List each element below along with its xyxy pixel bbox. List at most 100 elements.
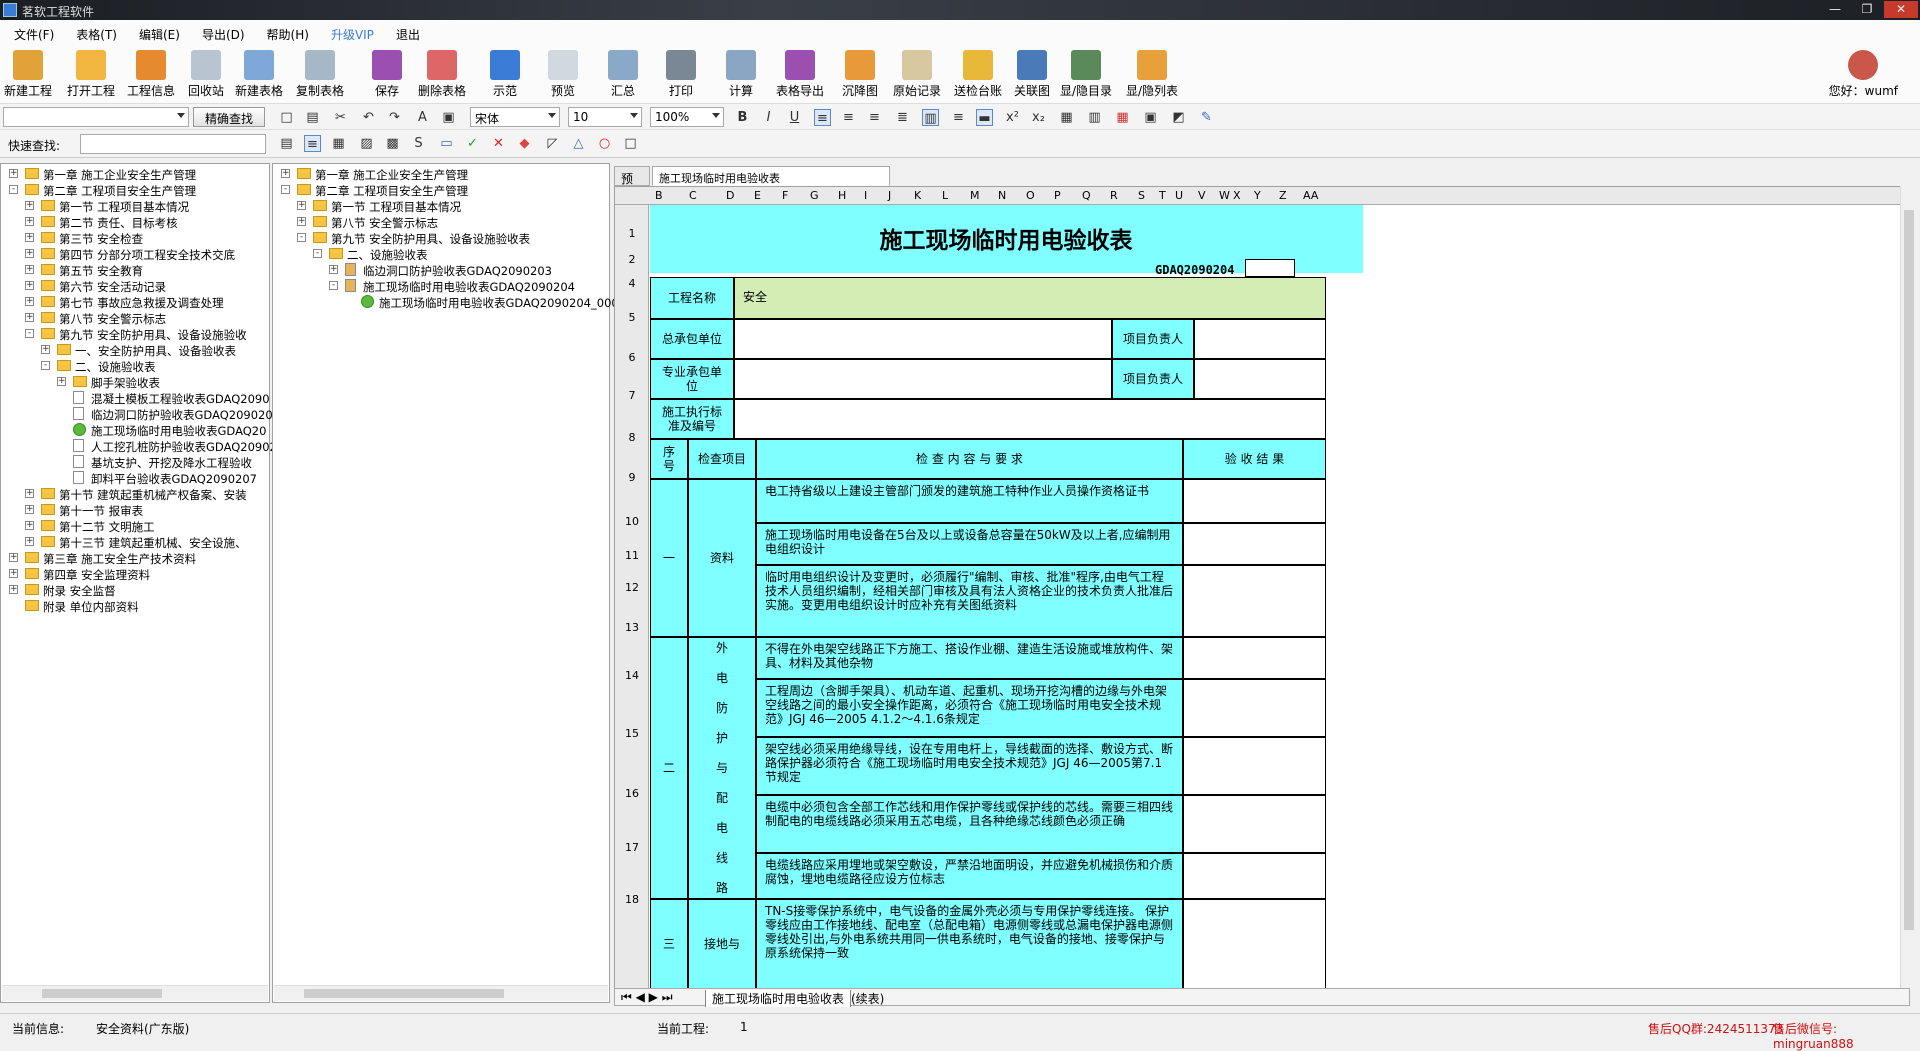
toolbar-button-inspection-ledger[interactable]: 送检台账 — [954, 50, 1002, 99]
image-icon[interactable]: ▣ — [440, 109, 457, 126]
tree-item[interactable]: 基坑支护、开挖及降水工程验收 — [1, 454, 269, 470]
search-scope-select[interactable] — [3, 107, 189, 127]
toolbar-button-raw-record[interactable]: 原始记录 — [893, 50, 941, 99]
underline-button[interactable]: U — [786, 109, 803, 126]
row-label[interactable]: 1 — [615, 227, 649, 240]
content-row-14[interactable]: 工程周边（含脚手架具）、机动车道、起重机、现场开挖沟槽的边缘与外电架空线路之间的… — [756, 679, 1183, 737]
checklist-icon[interactable]: ▤ — [278, 135, 295, 152]
project-manager-label-2[interactable]: 项目负责人 — [1112, 359, 1194, 399]
expand-icon[interactable]: + — [297, 201, 306, 210]
column-label[interactable]: C — [689, 189, 697, 202]
header-item[interactable]: 检查项目 — [688, 439, 756, 479]
expand-icon[interactable]: + — [57, 377, 66, 386]
italic-button[interactable]: I — [760, 109, 777, 126]
align-left-icon[interactable]: ≡ — [814, 109, 831, 126]
column-label[interactable]: E — [754, 189, 761, 202]
column-label[interactable]: V — [1198, 189, 1206, 202]
row-label[interactable]: 9 — [615, 471, 649, 484]
check-mark-icon[interactable]: ✓ — [464, 135, 481, 152]
content-row-18[interactable]: TN-S接零保护系统中，电气设备的金属外壳必须与专用保护零线连接。 保护零线应由… — [756, 899, 1183, 989]
expand-icon[interactable]: + — [9, 569, 18, 578]
toolbar-button-copy-table[interactable]: 复制表格 — [296, 50, 344, 99]
tree-item[interactable]: 临边洞口防护验收表GDAQ209020 — [1, 406, 273, 422]
specialty-contractor-input[interactable] — [734, 359, 1112, 399]
insert-column-icon[interactable]: ▥ — [1086, 109, 1103, 126]
expand-icon[interactable]: + — [25, 201, 34, 210]
result-row-10[interactable] — [1183, 523, 1326, 565]
cut-icon[interactable]: ✂ — [332, 109, 349, 126]
column-label[interactable]: M — [970, 189, 980, 202]
expand-icon[interactable]: + — [25, 489, 34, 498]
header-content[interactable]: 检 查 内 容 与 要 求 — [756, 439, 1183, 479]
result-row-13[interactable] — [1183, 637, 1326, 679]
signature-icon[interactable]: S — [410, 135, 427, 152]
tree-item[interactable]: - 第二章 工程项目安全生产管理 — [1, 182, 269, 198]
quick-search-input[interactable] — [80, 134, 266, 154]
collapse-icon[interactable]: - — [41, 361, 50, 370]
tree-item[interactable]: + 第二节 责任、目标考核 — [1, 214, 269, 230]
tree-item[interactable]: + 第三章 施工安全生产技术资料 — [1, 550, 269, 566]
fill-color-icon[interactable]: ◩ — [1170, 109, 1187, 126]
tree-item[interactable]: + 脚手架验收表 — [1, 374, 269, 390]
column-label[interactable]: X — [1233, 189, 1241, 202]
tree-item[interactable]: 施工现场临时用电验收表GDAQ2090204_0001 — [273, 294, 626, 310]
tree-item[interactable]: 附录 单位内部资料 — [1, 598, 269, 614]
content-row-16[interactable]: 电缆中必须包含全部工作芯线和用作保护零线或保护线的芯线。需要三相四线制配电的电缆… — [756, 795, 1183, 853]
expand-icon[interactable]: + — [25, 313, 34, 322]
row-label[interactable]: 18 — [615, 893, 649, 906]
toolbar-button-open-folder[interactable]: 打开工程 — [67, 50, 115, 99]
column-label[interactable]: L — [942, 189, 948, 202]
row-label[interactable]: 17 — [615, 841, 649, 854]
cross-mark-icon[interactable]: ✕ — [490, 135, 507, 152]
expand-icon[interactable]: + — [25, 505, 34, 514]
column-label[interactable]: G — [810, 189, 819, 202]
expand-icon[interactable]: + — [25, 265, 34, 274]
expand-icon[interactable]: + — [25, 537, 34, 546]
menu-upgrade-vip[interactable]: 升级VIP — [317, 20, 382, 43]
sheet-tab-main[interactable]: 施工现场临时用电验收表 — [705, 990, 852, 1007]
font-select[interactable]: 宋体 — [470, 107, 560, 127]
expand-icon[interactable]: + — [41, 345, 50, 354]
toolbar-button-settlement-chart[interactable]: 沉降图 — [842, 50, 878, 99]
column-label[interactable]: AA — [1303, 189, 1318, 202]
toolbar-button-summary[interactable]: 汇总 — [608, 50, 638, 99]
new-doc-icon[interactable]: □ — [278, 109, 295, 126]
superscript-icon[interactable]: x² — [1004, 109, 1021, 126]
column-label[interactable]: T — [1159, 189, 1166, 202]
tree-item[interactable]: - 二、设施验收表 — [1, 358, 269, 374]
tree-item[interactable]: - 第九节 安全防护用具、设备设施验收 — [1, 326, 269, 342]
tree-item[interactable]: + 第一节 工程项目基本情况 — [273, 198, 609, 214]
tree-item[interactable]: + 第一章 施工企业安全生产管理 — [1, 166, 269, 182]
tree-item[interactable]: + 第十节 建筑起重机械产权备案、安装 — [1, 486, 269, 502]
section-1-no[interactable]: 一 — [650, 479, 688, 637]
project-name-value[interactable]: 安全 — [734, 277, 1326, 319]
calendar-icon[interactable]: ▩ — [384, 135, 401, 152]
toolbar-button-toggle-catalog[interactable]: 显/隐目录 — [1060, 50, 1112, 99]
tree-item[interactable]: - 第二章 工程项目安全生产管理 — [273, 182, 609, 198]
column-label[interactable]: R — [1110, 189, 1118, 202]
border-icon[interactable]: ▣ — [1142, 109, 1159, 126]
collapse-icon[interactable]: - — [329, 281, 338, 290]
redo-icon[interactable]: ↷ — [386, 109, 403, 126]
tree-item[interactable]: - 施工现场临时用电验收表GDAQ2090204 — [273, 278, 609, 294]
menu-export[interactable]: 导出(D) — [188, 20, 253, 43]
tree-item[interactable]: + 第四节 分部分项工程安全技术交底 — [1, 246, 269, 262]
align-center-icon[interactable]: ≡ — [840, 109, 857, 126]
toolbar-button-project-info[interactable]: 工程信息 — [127, 50, 175, 99]
toolbar-button-new-project[interactable]: 新建工程 — [4, 50, 52, 99]
sheet-tab-continued[interactable]: (续表) — [851, 990, 884, 1007]
column-label[interactable]: J — [888, 189, 891, 202]
toolbar-button-printer[interactable]: 打印 — [666, 50, 696, 99]
content-row-10[interactable]: 施工现场临时用电设备在5台及以上或设备总容量在50kW及以上者,应编制用电组织设… — [756, 523, 1183, 565]
align-right-icon[interactable]: ≡ — [866, 109, 883, 126]
section-3-item[interactable]: 接地与 — [688, 899, 756, 989]
tree-item[interactable]: + 第七节 事故应急救援及调查处理 — [1, 294, 269, 310]
minimize-button[interactable]: — — [1820, 1, 1850, 18]
row-label[interactable]: 6 — [615, 351, 649, 364]
toolbar-button-preview[interactable]: 预览 — [548, 50, 578, 99]
column-label[interactable]: H — [838, 189, 846, 202]
column-label[interactable]: D — [726, 189, 734, 202]
toolbar-button-save[interactable]: 保存 — [372, 50, 402, 99]
tree-item[interactable]: + 第十二节 文明施工 — [1, 518, 269, 534]
row-label[interactable]: 14 — [615, 669, 649, 682]
